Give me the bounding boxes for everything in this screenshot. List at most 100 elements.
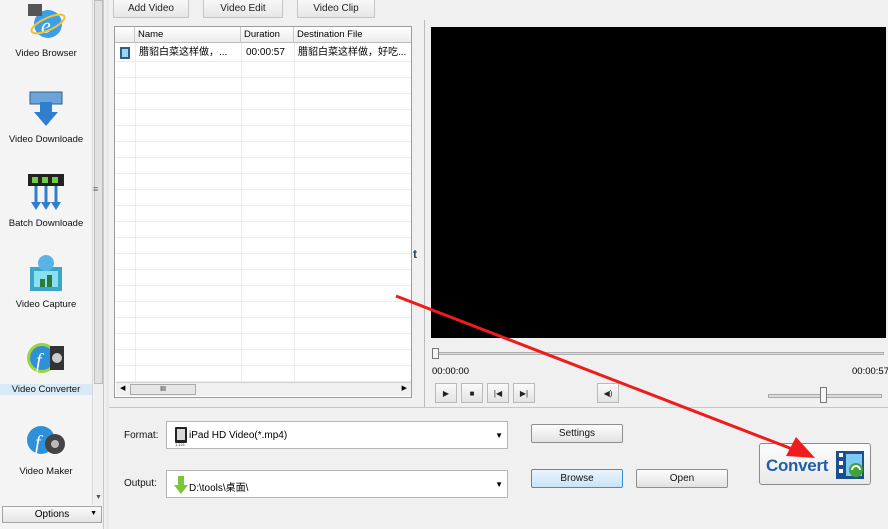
ipad-icon: 1.121 [175,427,187,446]
video-capture-icon [26,253,66,293]
grid-line [115,93,411,94]
current-time: 00:00:00 [432,366,469,377]
total-time: 00:00:57 [852,366,888,377]
download-arrow-icon [174,476,188,494]
mute-button[interactable]: ◀) [597,383,619,403]
sidebar-item-label: Video Downloade [8,134,84,145]
video-maker-icon: f [26,420,66,460]
sidebar-item-label: Batch Downloade [8,218,84,229]
open-button[interactable]: Open [636,469,728,488]
grid-line [115,61,411,62]
stop-button[interactable]: ■ [461,383,483,403]
grid-line [115,141,411,142]
sidebar-item-label: Video Browser [15,48,77,59]
options-dropdown[interactable]: Options ▼ [2,506,102,523]
grid-line [115,77,411,78]
grid-line [115,333,411,334]
tool-sidebar: e Video Browser Video Downloade Batch Do… [0,0,104,529]
svg-text:1.121: 1.121 [175,442,186,446]
grid-line [115,269,411,270]
scroll-down-arrow-icon[interactable]: ▼ [95,494,102,501]
collapsed-panel-letter: t [413,247,417,261]
batch-download-icon [26,172,66,212]
grid-line [115,173,411,174]
file-list-hscrollbar[interactable]: ◀ III ▶ [116,382,411,396]
splitter-grip-icon[interactable]: ≡ [93,184,98,194]
sidebar-item-label: Video Converter [0,384,92,395]
convert-button[interactable]: Convert [759,443,871,485]
grid-line [115,237,411,238]
column-header-duration[interactable]: Duration [241,27,294,43]
grid-line [115,157,411,158]
skip-back-icon: |◀ [493,388,503,398]
column-header-name[interactable]: Name [135,27,241,43]
grid-line [115,301,411,302]
grid-line [115,365,411,366]
output-value: D:\tools\桌面\ [189,483,249,494]
play-button[interactable]: ▶ [435,383,457,403]
grid-line [115,125,411,126]
sidebar-item-label: Video Capture [15,299,77,310]
grid-line [115,253,411,254]
sidebar-scrollbar[interactable]: ▼ [92,0,103,505]
video-browser-icon: e [26,2,66,42]
chevron-down-icon: ▼ [90,510,97,517]
row-destination: 腊貂白菜这样做，好吃... [298,47,407,58]
convert-label: Convert [766,456,829,475]
speaker-icon: ◀) [603,388,613,398]
format-select[interactable]: 1.121 iPad HD Video(*.mp4) ▼ [166,421,508,449]
grid-line [115,221,411,222]
scroll-left-arrow-icon[interactable]: ◀ [120,384,125,392]
grid-line [115,317,411,318]
video-clip-button[interactable]: Video Clip [297,0,375,18]
open-label: Open [669,473,695,484]
chevron-down-icon: ▼ [495,431,503,440]
previous-button[interactable]: |◀ [487,383,509,403]
video-edit-button[interactable]: Video Edit [203,0,283,18]
sidebar-item-video-downloader[interactable]: Video Downloade [0,88,92,145]
volume-knob[interactable] [820,387,827,403]
grid-line [115,285,411,286]
sidebar-item-video-converter[interactable]: f Video Converter [0,338,92,395]
output-folder-select[interactable]: D:\tools\桌面\ ▼ [166,470,508,498]
sidebar-item-video-maker[interactable]: f Video Maker [0,420,92,477]
browse-button[interactable]: Browse [531,469,623,488]
grid-line [115,205,411,206]
play-icon: ▶ [442,388,450,398]
file-list-header: Name Duration Destination File [115,27,411,43]
video-download-icon [26,88,66,128]
settings-button[interactable]: Settings [531,424,623,443]
seek-slider[interactable] [432,348,884,359]
add-video-button[interactable]: Add Video [113,0,189,18]
sidebar-item-label: Video Maker [19,466,73,477]
chevron-down-icon: ▼ [495,480,503,489]
sidebar-item-batch-downloader[interactable]: Batch Downloade [0,172,92,229]
sidebar-item-video-capture[interactable]: Video Capture [0,253,92,310]
video-edit-label: Video Edit [220,3,266,14]
video-clip-label: Video Clip [313,3,359,14]
column-header-destination[interactable]: Destination File [294,27,411,43]
grid-line [115,349,411,350]
scrollbar-thumb[interactable]: III [130,384,196,395]
next-button[interactable]: ▶| [513,383,535,403]
skip-forward-icon: ▶| [519,388,529,398]
options-label: Options [34,509,70,520]
format-value: iPad HD Video(*.mp4) [189,430,288,441]
column-header-check[interactable] [115,27,135,43]
settings-label: Settings [558,428,596,439]
scroll-right-arrow-icon[interactable]: ▶ [402,384,407,392]
row-duration: 00:00:57 [246,47,285,58]
add-video-label: Add Video [128,3,174,14]
seek-track[interactable] [432,352,884,355]
film-convert-icon [836,451,864,479]
output-label: Output: [124,478,157,489]
grid-line [115,189,411,190]
browse-label: Browse [560,473,594,484]
file-list[interactable]: Name Duration Destination File 腊貂白菜这样做，.… [114,26,412,398]
row-name: 腊貂白菜这样做，... [139,47,228,58]
sidebar-item-video-browser[interactable]: e Video Browser [0,2,92,59]
video-file-icon [119,45,133,61]
stop-icon: ■ [469,388,475,398]
video-converter-icon: f [26,338,66,378]
seek-knob[interactable] [432,348,439,359]
